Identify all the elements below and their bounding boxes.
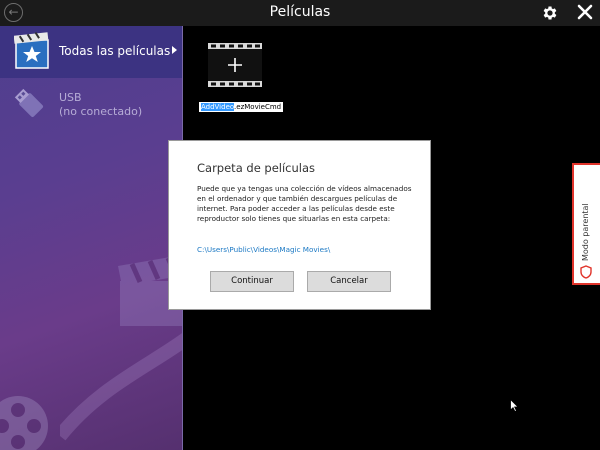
- cancel-button[interactable]: Cancelar: [307, 271, 391, 292]
- decorative-swirl-icon: [60, 333, 182, 441]
- folder-path-link[interactable]: C:\Users\Public\Videos\Magic Movies\: [197, 245, 330, 254]
- filename-extension-text: .ezMovieCmd: [234, 103, 282, 111]
- dialog-body-text: Puede que ya tengas una colección de víd…: [197, 184, 412, 223]
- parental-mode-label: Modo parental: [581, 203, 590, 261]
- sidebar-item-sublabel: (no conectado): [59, 105, 143, 118]
- sidebar-item-label: Todas las películas: [59, 44, 171, 58]
- window-title: Películas: [269, 4, 331, 20]
- sidebar-item-usb[interactable]: USB (no conectado): [0, 84, 182, 124]
- sidebar: Todas las películas USB (no conectado): [0, 26, 182, 450]
- sidebar-item-label: USB: [59, 91, 82, 104]
- sidebar-item-all-movies[interactable]: Todas las películas: [0, 26, 182, 78]
- filename-selected-text: AddVideo: [201, 103, 235, 111]
- chevron-right-icon: [172, 46, 177, 54]
- mouse-cursor-icon: [510, 399, 519, 412]
- usb-drive-icon: [14, 88, 44, 118]
- continue-button[interactable]: Continuar: [210, 271, 294, 292]
- close-icon[interactable]: [577, 4, 593, 20]
- title-bar: ← Películas: [0, 0, 600, 26]
- parental-mode-tab[interactable]: Modo parental: [572, 163, 600, 285]
- movie-clapperboard-icon: [14, 32, 49, 69]
- gear-icon[interactable]: [541, 4, 559, 22]
- dialog-title: Carpeta de películas: [197, 161, 316, 175]
- tile-filename-input[interactable]: AddVideo.ezMovieCmd: [199, 102, 284, 112]
- add-video-tile-icon[interactable]: [208, 43, 262, 87]
- movies-folder-dialog: Carpeta de películas Puede que ya tengas…: [168, 140, 431, 310]
- decorative-film-reel-icon: [0, 396, 48, 450]
- shield-icon: [580, 265, 592, 279]
